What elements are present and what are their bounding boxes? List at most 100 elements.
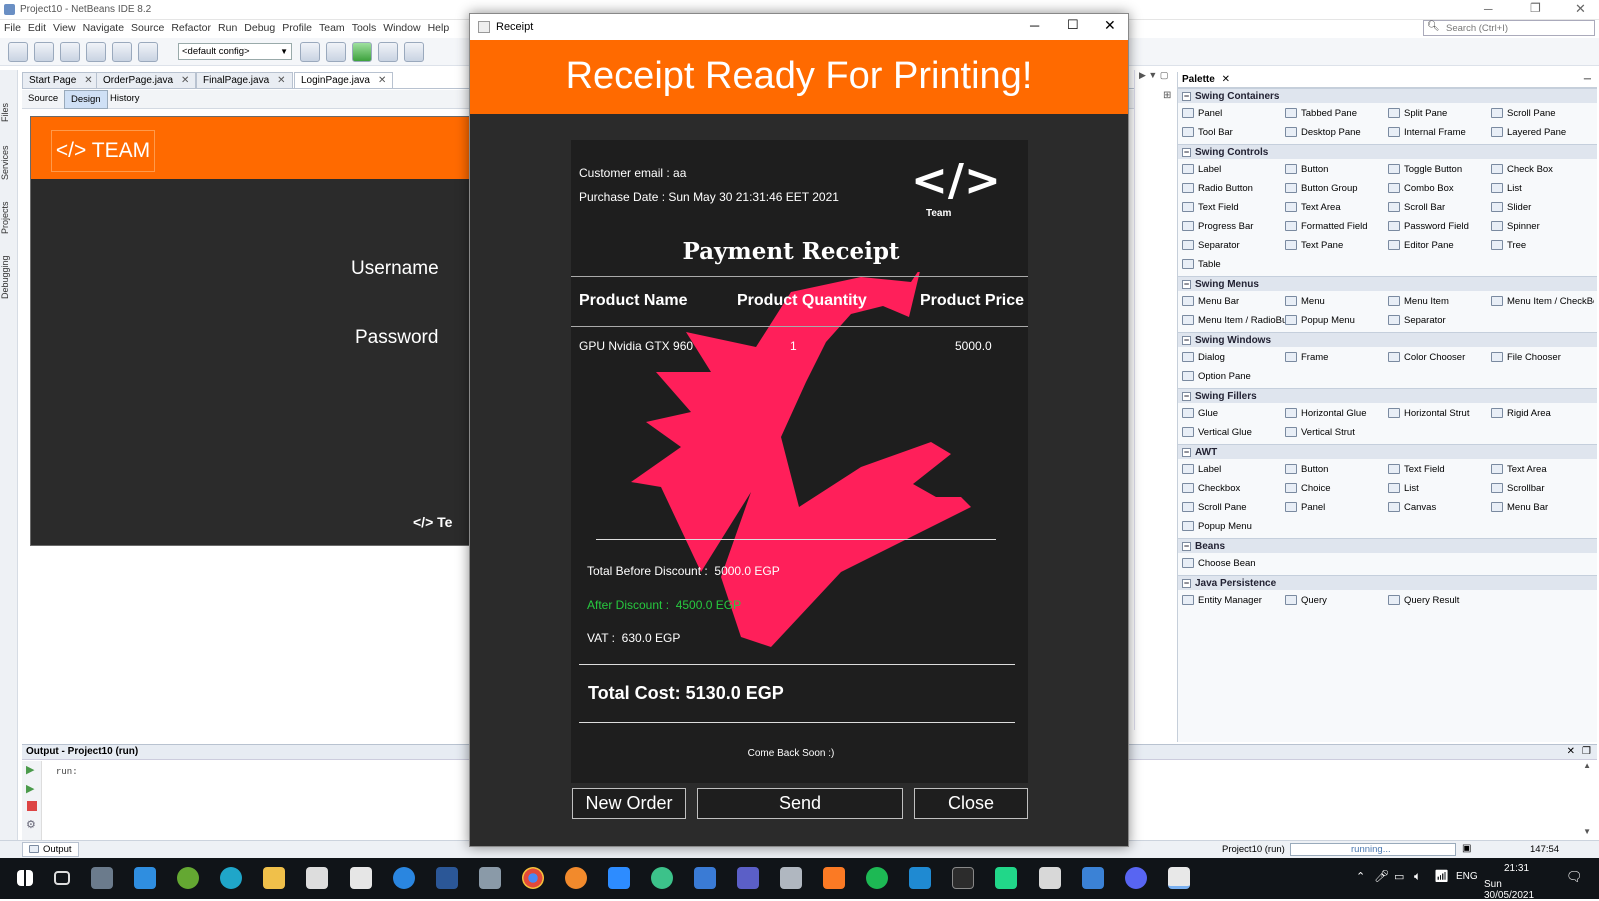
palette-item[interactable]: Table (1182, 255, 1285, 274)
close-receipt-button[interactable]: Close (914, 788, 1028, 819)
ide-restore-button[interactable]: ❐ (1530, 1, 1541, 15)
tab-finalpage[interactable]: FinalPage.java ✕ (196, 72, 293, 88)
new-order-button[interactable]: New Order (572, 788, 686, 819)
safari-icon[interactable] (392, 867, 415, 889)
palette-item[interactable]: Menu Item (1388, 292, 1491, 311)
ide-close-button[interactable]: ✕ (1575, 1, 1586, 17)
palette-section-header[interactable]: − AWT (1178, 444, 1597, 459)
palette-item[interactable]: Button (1285, 460, 1388, 479)
store-icon[interactable] (134, 867, 157, 889)
tools-icon[interactable] (780, 867, 803, 889)
menu-edit[interactable]: Edit (28, 22, 46, 34)
palette-item[interactable]: Tree (1491, 236, 1594, 255)
palette-item[interactable]: Radio Button (1182, 179, 1285, 198)
side-tab-projects[interactable]: Projects (0, 190, 10, 245)
palette-item[interactable]: Editor Pane (1388, 236, 1491, 255)
send-button[interactable]: Send (697, 788, 903, 819)
minimize-button[interactable]: ─ (1030, 18, 1039, 33)
calculator-icon[interactable] (91, 867, 114, 889)
task-view-icon[interactable] (54, 871, 71, 885)
file-explorer-icon[interactable] (263, 867, 286, 889)
box-icon[interactable] (1081, 867, 1104, 889)
wifi-icon[interactable]: 📶︎ (1434, 869, 1449, 883)
microphone-icon[interactable]: 🎤︎ (1374, 869, 1389, 883)
palette-item[interactable]: Tool Bar (1182, 123, 1285, 142)
collapse-icon[interactable]: − (1182, 579, 1191, 588)
palette-item[interactable]: Scrollbar (1491, 479, 1594, 498)
palette-item[interactable]: Query (1285, 591, 1388, 610)
palette-item[interactable]: Menu (1285, 292, 1388, 311)
config-select[interactable]: <default config> ▼ (178, 43, 292, 60)
tab-start-page[interactable]: Start Page ✕ (22, 72, 100, 88)
palette-item[interactable]: Text Field (1182, 198, 1285, 217)
palette-item[interactable]: Separator (1388, 311, 1491, 330)
menu-source[interactable]: Source (131, 22, 164, 34)
rerun-icon[interactable]: ▶ (26, 763, 34, 776)
palette-item[interactable]: Text Pane (1285, 236, 1388, 255)
tab-loginpage[interactable]: LoginPage.java ✕ (294, 72, 394, 88)
clapper-icon[interactable] (1038, 867, 1061, 889)
output-scroll-up[interactable]: ▲ (1583, 761, 1591, 770)
palette-section-header[interactable]: − Swing Windows (1178, 332, 1597, 347)
rerun-with-params-icon[interactable]: ▶ (26, 782, 34, 795)
palette-item[interactable]: Text Area (1491, 460, 1594, 479)
palette-item[interactable]: Label (1182, 160, 1285, 179)
notification-icon[interactable]: 🗨︎ (1566, 869, 1583, 885)
xbox-icon[interactable] (177, 867, 200, 889)
store-bag-icon[interactable] (306, 867, 329, 889)
palette-item[interactable]: Layered Pane (1491, 123, 1594, 142)
palette-item[interactable]: Menu Item / CheckBox (1491, 292, 1594, 311)
palette-item[interactable]: Tabbed Pane (1285, 104, 1388, 123)
clock-time[interactable]: 21:31 (1504, 863, 1529, 874)
build-icon[interactable] (300, 42, 320, 62)
firefox-icon[interactable] (564, 867, 587, 889)
chrome-icon[interactable] (521, 867, 544, 889)
maps-icon[interactable] (650, 867, 673, 889)
close-icon[interactable]: ✕ (1567, 745, 1575, 759)
collapse-icon[interactable]: − (1182, 148, 1191, 157)
status-cancel-icon[interactable]: ▣ (1462, 843, 1471, 854)
palette-section-header[interactable]: − Swing Containers (1178, 88, 1597, 103)
palette-item[interactable]: List (1388, 479, 1491, 498)
new-file-icon[interactable] (8, 42, 28, 62)
window-app-icon[interactable] (694, 867, 716, 889)
java-app-icon[interactable] (1167, 867, 1190, 889)
palette-item[interactable]: Checkbox (1182, 479, 1285, 498)
menu-run[interactable]: Run (218, 22, 237, 34)
palette-item[interactable]: Frame (1285, 348, 1388, 367)
palette-item[interactable]: Toggle Button (1388, 160, 1491, 179)
collapse-icon[interactable]: − (1182, 448, 1191, 457)
pycharm-icon[interactable] (995, 867, 1018, 889)
menu-debug[interactable]: Debug (244, 22, 275, 34)
clock-date[interactable]: Sun 30/05/2021 (1484, 879, 1534, 901)
palette-item[interactable]: Choose Bean (1182, 554, 1285, 573)
palette-item[interactable]: Split Pane (1388, 104, 1491, 123)
palette-item[interactable]: Color Chooser (1388, 348, 1491, 367)
close-button[interactable]: ✕ (1104, 17, 1116, 34)
menu-window[interactable]: Window (383, 22, 420, 34)
palette-item[interactable]: Horizontal Glue (1285, 404, 1388, 423)
save-all-icon[interactable] (86, 42, 107, 62)
run-icon[interactable] (352, 42, 373, 62)
palette-item[interactable]: Option Pane (1182, 367, 1285, 386)
palette-section-header[interactable]: − Swing Menus (1178, 276, 1597, 291)
menu-profile[interactable]: Profile (282, 22, 312, 34)
palette-item[interactable]: Password Field (1388, 217, 1491, 236)
menu-help[interactable]: Help (428, 22, 450, 34)
palette-item[interactable]: Formatted Field (1285, 217, 1388, 236)
ide-minimize-button[interactable]: ─ (1484, 2, 1493, 16)
restore-icon[interactable]: ❐ (1582, 745, 1591, 759)
ide-search-box[interactable]: 🔍︎ Search (Ctrl+I) (1423, 20, 1595, 36)
maximize-button[interactable]: ☐ (1067, 17, 1079, 33)
collapse-icon[interactable]: − (1182, 92, 1191, 101)
debug-icon[interactable] (378, 42, 399, 62)
palette-item[interactable]: Text Field (1388, 460, 1491, 479)
redo-icon[interactable] (138, 42, 159, 62)
volume-icon[interactable]: 🔈︎ (1414, 869, 1421, 884)
undo-icon[interactable] (112, 42, 133, 62)
mail-icon[interactable] (349, 867, 372, 889)
palette-item[interactable]: Rigid Area (1491, 404, 1594, 423)
collapse-icon[interactable]: − (1182, 542, 1191, 551)
spotify-icon[interactable] (866, 867, 889, 889)
close-icon[interactable]: ✕ (181, 75, 189, 86)
